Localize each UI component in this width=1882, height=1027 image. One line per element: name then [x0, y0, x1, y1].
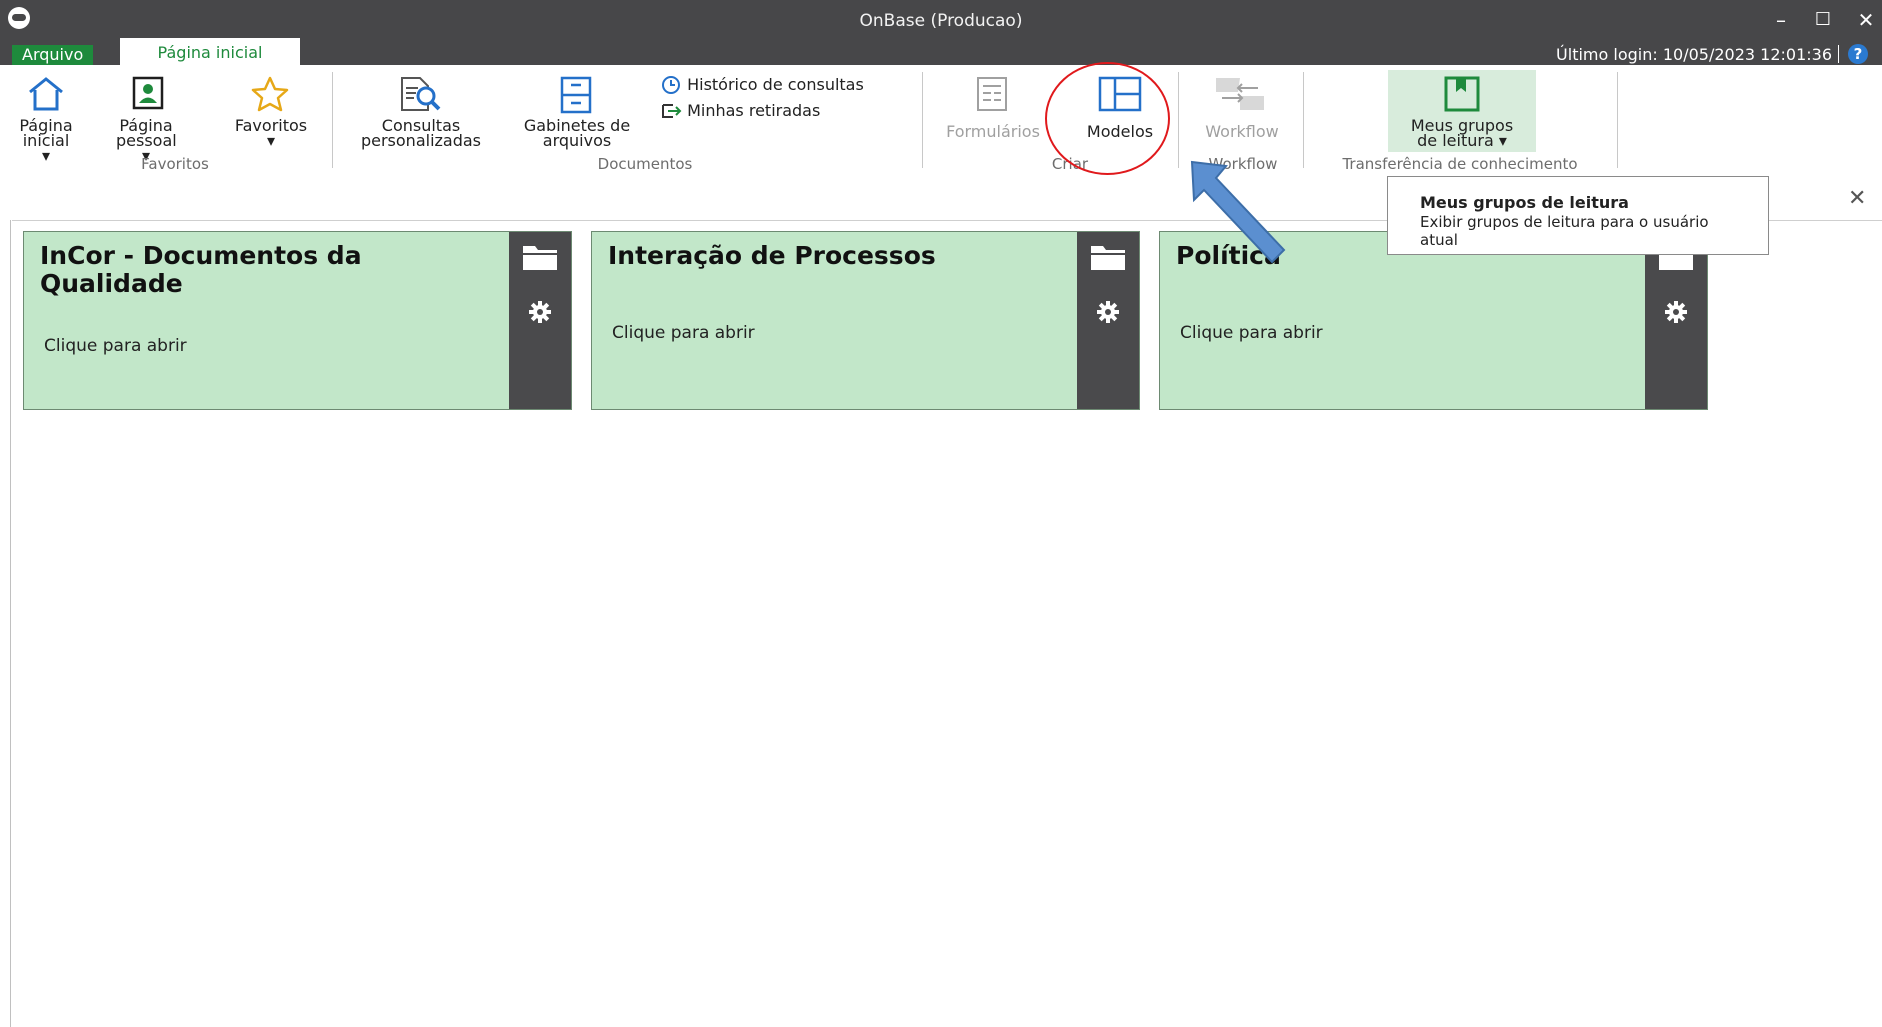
- tile-title: InCor - Documentos da Qualidade: [40, 241, 362, 298]
- query-history-label: Histórico de consultas: [687, 75, 864, 94]
- tile-body[interactable]: Interação de Processos Clique para abrir: [592, 232, 1077, 409]
- tile-subtitle: Clique para abrir: [612, 323, 755, 343]
- group-label-favorites: Favoritos: [141, 155, 209, 173]
- book-icon: [1442, 76, 1536, 112]
- tab-file[interactable]: Arquivo: [12, 45, 94, 65]
- home-page-button[interactable]: Página inicial ▾: [18, 76, 74, 165]
- divider: [332, 72, 333, 168]
- workflow-icon: [1214, 76, 1296, 112]
- tile-sidebar: [1077, 232, 1139, 409]
- title-bar: OnBase (Producao) – ☐ ✕: [0, 0, 1882, 43]
- clock-icon: [660, 75, 682, 95]
- my-checkouts-label: Minhas retiradas: [687, 101, 821, 120]
- minimize-button[interactable]: –: [1767, 6, 1795, 34]
- custom-queries-label-2: personalizadas: [360, 131, 482, 150]
- tile-body[interactable]: InCor - Documentos da Qualidade Clique p…: [24, 232, 509, 409]
- custom-queries-button[interactable]: Consultas personalizadas: [346, 76, 496, 150]
- reading-groups-label-2: de leitura ▾: [1417, 131, 1507, 150]
- tile-subtitle: Clique para abrir: [44, 336, 187, 356]
- divider: [1838, 45, 1839, 63]
- divider: [1178, 72, 1179, 168]
- divider: [10, 220, 11, 1027]
- tooltip: Meus grupos de leitura Exibir grupos de …: [1387, 176, 1769, 255]
- tile-title: Interação de Processos: [608, 241, 936, 270]
- divider: [922, 72, 923, 168]
- favorites-button[interactable]: Favoritos ▾: [226, 76, 316, 150]
- annotation-circle: [1045, 62, 1170, 175]
- forms-label: Formulários: [946, 122, 1040, 141]
- close-icon[interactable]: ✕: [1848, 186, 1866, 211]
- tile-sidebar: [1645, 232, 1707, 409]
- gear-icon[interactable]: [528, 300, 552, 324]
- file-cabinets-button[interactable]: Gabinetes de arquivos: [514, 76, 640, 150]
- divider: [1617, 72, 1618, 168]
- my-checkouts-button[interactable]: Minhas retiradas: [660, 100, 820, 121]
- forms-button[interactable]: Formulários: [938, 76, 1048, 141]
- folder-icon[interactable]: [1089, 242, 1127, 272]
- personal-page-icon: [132, 76, 176, 112]
- file-cabinet-icon: [558, 76, 640, 114]
- tile-incor[interactable]: InCor - Documentos da Qualidade Clique p…: [23, 231, 572, 410]
- tile-sidebar: [509, 232, 571, 409]
- divider: [1303, 72, 1304, 168]
- file-cabinets-label-2: arquivos: [542, 131, 612, 150]
- star-icon: [250, 76, 316, 112]
- tab-home[interactable]: Página inicial: [120, 38, 300, 66]
- gear-icon[interactable]: [1096, 300, 1120, 324]
- personal-page-button[interactable]: Página pessoal ▾: [116, 76, 177, 164]
- annotation-arrow-icon: [1190, 160, 1286, 264]
- document-search-icon: [396, 76, 496, 112]
- last-login-label: Último login: 10/05/2023 12:01:36: [1556, 45, 1832, 64]
- favorites-dropdown-arrow: ▾: [266, 131, 276, 150]
- form-icon: [974, 76, 1048, 112]
- folder-icon[interactable]: [521, 242, 559, 272]
- reading-groups-button[interactable]: Meus grupos de leitura ▾: [1388, 70, 1536, 152]
- query-history-button[interactable]: Histórico de consultas: [660, 74, 864, 95]
- maximize-button[interactable]: ☐: [1809, 6, 1837, 34]
- tile-process-interaction[interactable]: Interação de Processos Clique para abrir: [591, 231, 1140, 410]
- home-page-label-2: inicial ▾: [22, 131, 70, 165]
- close-button[interactable]: ✕: [1852, 6, 1880, 34]
- group-label-knowledge-transfer: Transferência de conhecimento: [1342, 155, 1578, 173]
- tooltip-description: Exibir grupos de leitura para o usuário …: [1420, 213, 1709, 249]
- window-title: OnBase (Producao): [859, 11, 1023, 31]
- tooltip-title: Meus grupos de leitura: [1420, 193, 1629, 212]
- group-label-documents: Documentos: [597, 155, 693, 173]
- tile-subtitle: Clique para abrir: [1180, 323, 1323, 343]
- workflow-label: Workflow: [1205, 122, 1279, 141]
- gear-icon[interactable]: [1664, 300, 1688, 324]
- workflow-button[interactable]: Workflow: [1188, 76, 1296, 141]
- house-icon: [26, 76, 74, 112]
- help-icon[interactable]: ?: [1848, 44, 1868, 64]
- checkout-arrow-icon: [660, 101, 682, 121]
